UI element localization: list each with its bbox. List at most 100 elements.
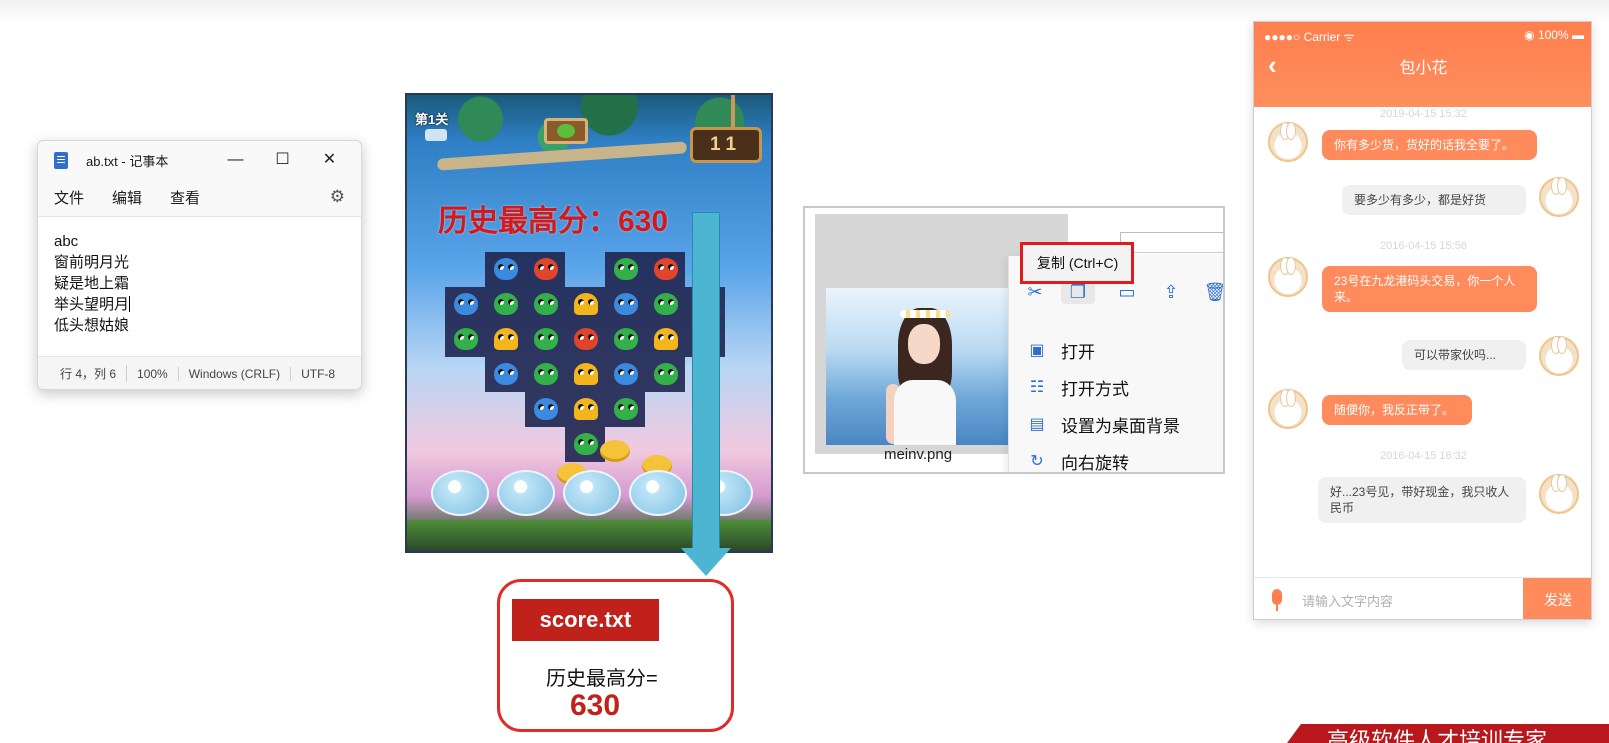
chat-header: ●●●●○ Carrier ᯤ ◉ 100% ▬ ‹ 包小花 [1254, 22, 1591, 107]
green-piece-icon [614, 328, 638, 350]
notepad-title: ab.txt - 记事本 [86, 153, 169, 169]
outgoing-message: 要多少有多少，都是好货 [1342, 185, 1526, 215]
menu-item-open-with[interactable]: ☷ 打开方式 [1009, 369, 1223, 406]
image-thumbnail[interactable] [826, 288, 1010, 445]
photo-flower-crown [900, 310, 950, 318]
green-piece-icon [534, 328, 558, 350]
blue-piece-icon [614, 293, 638, 315]
status-carrier: ●●●●○ Carrier ᯤ [1264, 30, 1355, 44]
pause-icon[interactable] [425, 129, 447, 141]
menu-item-label: 向右旋转 [1061, 454, 1129, 473]
menu-item-open[interactable]: ▣ 打开 En [1009, 332, 1223, 369]
board-cell[interactable] [525, 252, 565, 287]
minimize-button[interactable]: — [212, 147, 259, 173]
board-cell[interactable] [525, 322, 565, 357]
notepad-statusbar: 行 4，列 6 100% Windows (CRLF) UTF-8 [38, 356, 361, 389]
board-cell[interactable] [605, 287, 645, 322]
menu-item-rotate-right[interactable]: ↻ 向右旋转 [1009, 443, 1223, 473]
board-cell[interactable] [605, 322, 645, 357]
message-timestamp: 2016-04-15 16:32 [1380, 450, 1467, 462]
contact-avatar[interactable] [1268, 389, 1308, 429]
rope-decoration [731, 95, 735, 129]
menu-edit[interactable]: 编辑 [112, 187, 142, 208]
phone-chat-screen: ●●●●○ Carrier ᯤ ◉ 100% ▬ ‹ 包小花 2019-04-1… [1253, 21, 1592, 620]
menu-item-set-wallpaper[interactable]: ▤ 设置为桌面背景 [1009, 406, 1223, 443]
board-cell[interactable] [565, 322, 605, 357]
message-input[interactable]: 请输入文字内容 [1302, 591, 1393, 610]
board-cell[interactable] [445, 287, 485, 322]
thumbnail-filename[interactable]: meinv.png [826, 446, 1010, 463]
green-piece-icon [454, 328, 478, 350]
user-avatar[interactable] [1539, 177, 1579, 217]
board-cell[interactable] [565, 392, 605, 427]
board-cell[interactable] [605, 392, 645, 427]
delete-icon[interactable]: 🗑 [1203, 280, 1223, 304]
board-cell[interactable] [645, 287, 685, 322]
menu-item-label: 设置为桌面背景 [1061, 417, 1180, 436]
notepad-text-area[interactable]: abc 窗前明月光 疑是地上霜 举头望明月 低头想姑娘 [38, 216, 361, 356]
board-cell[interactable] [605, 357, 645, 392]
incoming-message: 23号在九龙港码头交易，你一个人来。 [1322, 266, 1537, 312]
moves-counter: 11 [690, 127, 762, 163]
board-cell[interactable] [565, 357, 605, 392]
board-cell[interactable] [525, 392, 565, 427]
score-label: 历史最高分= [546, 668, 658, 690]
score-file-box: score.txt 历史最高分= 630 [497, 579, 734, 732]
status-zoom: 100% [127, 366, 179, 381]
board-cell[interactable] [525, 287, 565, 322]
booster-bubble-icon[interactable] [563, 470, 621, 516]
booster-bubble-icon[interactable] [431, 470, 489, 516]
board-cell[interactable] [565, 427, 605, 462]
text-line: 窗前明月光 [54, 254, 130, 271]
user-avatar[interactable] [1539, 336, 1579, 376]
maximize-button[interactable]: ☐ [259, 147, 306, 173]
menu-file[interactable]: 文件 [54, 187, 84, 208]
menu-view[interactable]: 查看 [170, 187, 200, 208]
copy-tooltip: 复制 (Ctrl+C) [1020, 242, 1134, 284]
board-cell[interactable] [485, 252, 525, 287]
green-piece-icon [614, 258, 638, 280]
score-value: 630 [570, 689, 621, 722]
notepad-window: ab.txt - 记事本 — ☐ ✕ 文件 编辑 查看 ⚙ abc 窗前明月光 … [37, 140, 362, 390]
green-piece-icon [574, 433, 598, 455]
contact-avatar[interactable] [1268, 122, 1308, 162]
microphone-icon[interactable] [1272, 589, 1282, 611]
rotate-icon: ↻ [1030, 452, 1044, 470]
green-piece-icon [534, 293, 558, 315]
board-cell[interactable] [645, 322, 685, 357]
share-icon[interactable]: ⇪ [1159, 280, 1183, 304]
explorer-field[interactable] [1120, 232, 1223, 254]
contact-avatar[interactable] [1268, 257, 1308, 297]
send-button[interactable]: 发送 [1523, 578, 1591, 619]
red-piece-icon [654, 258, 678, 280]
high-score-text: 历史最高分：630 [438, 205, 669, 238]
green-piece-icon [534, 363, 558, 385]
board-cell[interactable] [525, 357, 565, 392]
booster-bubble-icon[interactable] [497, 470, 555, 516]
board-cell[interactable] [645, 252, 685, 287]
menu-item-label: 打开 [1061, 343, 1095, 362]
outgoing-message: 好...23号见，带好现金，我只收人民币 [1318, 477, 1526, 523]
notepad-menubar: 文件 编辑 查看 ⚙ [38, 179, 361, 216]
message-timestamp: 2016-04-15 15:56 [1380, 240, 1467, 252]
text-caret [129, 296, 131, 312]
board-cell[interactable] [445, 322, 485, 357]
photo-dress [894, 380, 956, 445]
booster-bubble-icon[interactable] [629, 470, 687, 516]
yellow-piece-icon [494, 328, 518, 350]
close-button[interactable]: ✕ [306, 147, 353, 173]
board-cell[interactable] [645, 357, 685, 392]
yellow-piece-icon [574, 363, 598, 385]
user-avatar[interactable] [1539, 474, 1579, 514]
settings-gear-icon[interactable]: ⚙ [330, 187, 345, 207]
red-piece-icon [574, 328, 598, 350]
arrow-down-icon [681, 548, 731, 576]
board-cell[interactable] [485, 287, 525, 322]
board-cell[interactable] [605, 252, 645, 287]
board-cell[interactable] [565, 287, 605, 322]
board-cell[interactable] [485, 322, 525, 357]
file-explorer-crop: meinv.png ✂ ❐ ▭ ⇪ 🗑 ▣ 打开 En ☷ 打开方式 ▤ 设置为… [803, 206, 1225, 474]
wallpaper-icon: ▤ [1029, 415, 1045, 433]
board-cell[interactable] [485, 357, 525, 392]
status-battery: ◉ 100% ▬ [1524, 28, 1584, 42]
